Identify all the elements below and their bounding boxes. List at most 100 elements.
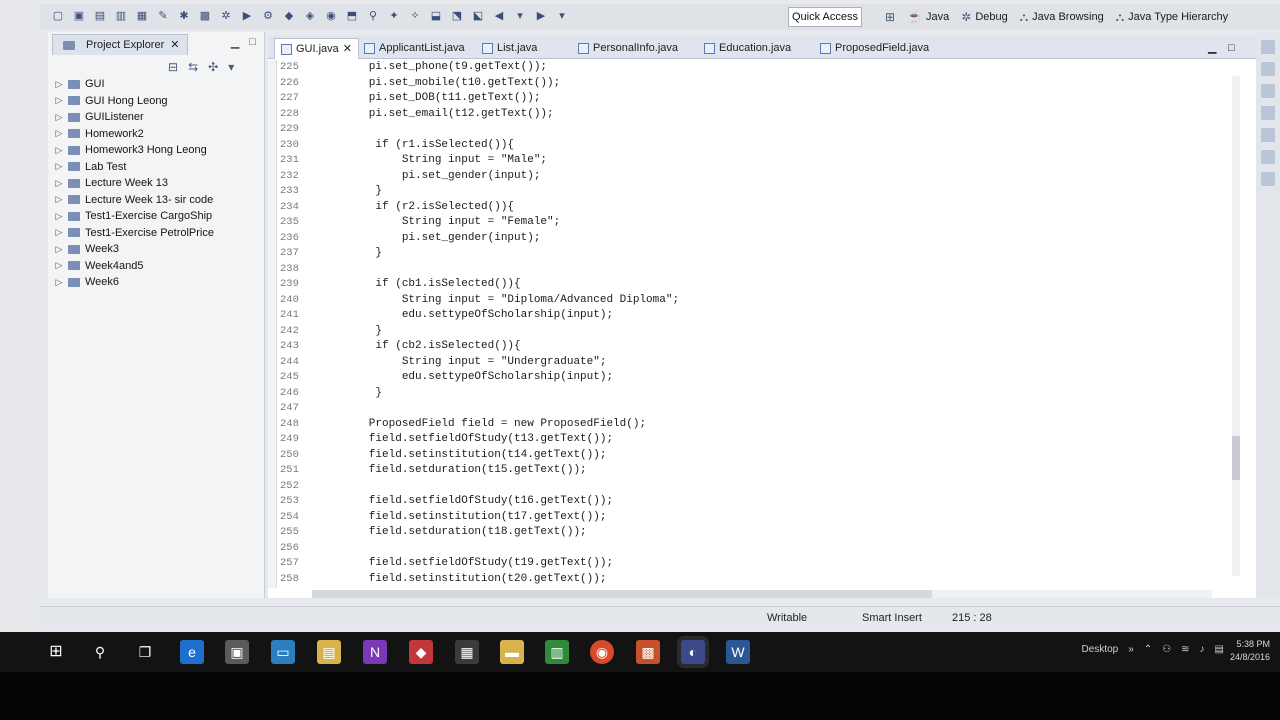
start-button[interactable]: ⊞ <box>44 640 68 664</box>
spreadsheet-icon[interactable]: ▥ <box>545 640 569 664</box>
expand-arrow-icon[interactable]: ▷ <box>52 194 66 205</box>
tab-list-java[interactable]: List.java <box>482 38 537 58</box>
notification-icon[interactable]: ▤ <box>1215 644 1224 655</box>
taskbar-clock[interactable]: 5:38 PM 24/8/2016 <box>1230 638 1270 664</box>
tree-item[interactable]: ▷ Test1-Exercise PetrolPrice <box>52 225 262 242</box>
prev-annotation-icon[interactable]: ⬕ <box>470 8 486 24</box>
save-icon[interactable]: ▣ <box>71 8 87 24</box>
back-icon[interactable]: ◀ <box>491 8 507 24</box>
tab-proposedfield-java[interactable]: ProposedField.java <box>820 38 929 58</box>
tree-item[interactable]: ▷ Week3 <box>52 241 262 258</box>
word-icon[interactable]: W <box>726 640 750 664</box>
forward-icon[interactable]: ▶ <box>533 8 549 24</box>
expand-arrow-icon[interactable]: ▷ <box>52 178 66 189</box>
save-all-icon[interactable]: ▤ <box>92 8 108 24</box>
link-with-editor-icon[interactable]: ⇆ <box>188 60 198 74</box>
expand-arrow-icon[interactable]: ▷ <box>52 128 66 139</box>
store-icon[interactable]: ▣ <box>225 640 249 664</box>
expand-arrow-icon[interactable]: ▷ <box>52 260 66 271</box>
task-list-icon[interactable] <box>1261 84 1275 98</box>
task-view-icon[interactable]: ❐ <box>133 640 157 664</box>
search-icon[interactable]: ⚲ <box>365 8 381 24</box>
tree-item[interactable]: ▷ Lab Test <box>52 159 262 176</box>
tab-education-java[interactable]: Education.java <box>704 38 791 58</box>
horizontal-scrollbar[interactable] <box>312 590 1212 598</box>
collapse-all-icon[interactable]: ⊟ <box>168 60 178 74</box>
chrome-browser-icon[interactable]: ◉ <box>590 640 614 664</box>
folder-icon[interactable]: ▬ <box>500 640 524 664</box>
external-tools-icon[interactable]: ⚙ <box>260 8 276 24</box>
tab-applicantlist-java[interactable]: ApplicantList.java <box>364 38 465 58</box>
tree-item[interactable]: ▷ Week6 <box>52 274 262 291</box>
back-dropdown-icon[interactable]: ▾ <box>512 8 528 24</box>
annotation-icon[interactable]: ✧ <box>407 8 423 24</box>
debug-run-icon[interactable]: ✱ <box>176 8 192 24</box>
computer-icon[interactable]: ▭ <box>271 640 295 664</box>
javadoc-view-icon[interactable] <box>1261 128 1275 142</box>
tree-item[interactable]: ▷ Test1-Exercise CargoShip <box>52 208 262 225</box>
code-area[interactable]: 225 pi.set_phone(t9.getText()); 226 pi.se… <box>268 60 1228 588</box>
perspective-java-browsing[interactable]: ⛬ Java Browsing <box>1020 6 1104 28</box>
tree-item[interactable]: ▷ GUI Hong Leong <box>52 93 262 110</box>
editor-minimize-button[interactable]: ▁ <box>1208 38 1216 58</box>
close-icon[interactable]: ✕ <box>343 39 352 59</box>
expand-arrow-icon[interactable]: ▷ <box>52 244 66 255</box>
outline-icon[interactable]: ▦ <box>134 8 150 24</box>
new-class-icon[interactable]: ◉ <box>323 8 339 24</box>
eclipse-icon[interactable]: ◐ <box>681 640 705 664</box>
expand-arrow-icon[interactable]: ▷ <box>52 112 66 123</box>
expand-arrow-icon[interactable]: ▷ <box>52 79 66 90</box>
expand-arrow-icon[interactable]: ▷ <box>52 161 66 172</box>
pin-icon[interactable]: ⬓ <box>428 8 444 24</box>
vertical-scrollbar[interactable] <box>1232 76 1240 576</box>
quick-access-input[interactable]: Quick Access <box>788 7 862 27</box>
open-type-icon[interactable]: ⬒ <box>344 8 360 24</box>
forward-dropdown-icon[interactable]: ▾ <box>554 8 570 24</box>
tab-gui-java[interactable]: GUI.java ✕ <box>274 38 360 59</box>
app-red-icon[interactable]: ◆ <box>409 640 433 664</box>
tree-item[interactable]: ▷ Week4and5 <box>52 258 262 275</box>
expand-arrow-icon[interactable]: ▷ <box>52 277 66 288</box>
new-java-project-icon[interactable]: ◆ <box>281 8 297 24</box>
tree-item[interactable]: ▷ Lecture Week 13- sir code <box>52 192 262 209</box>
perspective-java[interactable]: ☕ Java <box>907 6 949 28</box>
run-icon[interactable]: ▶ <box>239 8 255 24</box>
next-annotation-icon[interactable]: ⬔ <box>449 8 465 24</box>
search-icon[interactable]: ⚲ <box>88 640 112 664</box>
tools-icon[interactable]: ✎ <box>155 8 171 24</box>
declaration-view-icon[interactable] <box>1261 150 1275 164</box>
expand-arrow-icon[interactable]: ▷ <box>52 95 66 106</box>
outline-view-icon[interactable] <box>1261 62 1275 76</box>
expand-arrow-icon[interactable]: ▷ <box>52 145 66 156</box>
problems-view-icon[interactable] <box>1261 106 1275 120</box>
tree-item[interactable]: ▷ Lecture Week 13 <box>52 175 262 192</box>
new-package-icon[interactable]: ◈ <box>302 8 318 24</box>
print-icon[interactable]: ▥ <box>113 8 129 24</box>
view-menu-icon[interactable]: ▾ <box>228 60 234 74</box>
file-explorer-icon[interactable]: ▤ <box>317 640 341 664</box>
tree-item[interactable]: ▷ Homework2 <box>52 126 262 143</box>
grid-icon[interactable]: ▩ <box>197 8 213 24</box>
tree-item[interactable]: ▷ Homework3 Hong Leong <box>52 142 262 159</box>
tree-item[interactable]: ▷ GUI <box>52 76 262 93</box>
vertical-scroll-thumb[interactable] <box>1232 436 1240 480</box>
editor-maximize-button[interactable]: □ <box>1228 38 1235 58</box>
desktop-toolbar[interactable]: Desktop <box>1082 644 1119 655</box>
close-icon[interactable]: ✕ <box>170 35 179 55</box>
tab-personalinfo-java[interactable]: PersonalInfo.java <box>578 38 678 58</box>
open-perspective-button[interactable]: ⊞ <box>885 6 895 28</box>
wifi-icon[interactable]: ≋ <box>1181 644 1189 655</box>
expand-arrow-icon[interactable]: ▷ <box>52 211 66 222</box>
app-orange-icon[interactable]: ▩ <box>636 640 660 664</box>
console-view-icon[interactable] <box>1261 172 1275 186</box>
maximize-icon[interactable]: □ <box>249 36 256 49</box>
focus-icon[interactable]: ✣ <box>208 60 218 74</box>
onenote-icon[interactable]: N <box>363 640 387 664</box>
tree-item[interactable]: ▷ GUIListener <box>52 109 262 126</box>
calendar-icon[interactable]: ▦ <box>455 640 479 664</box>
minimize-icon[interactable]: ▁ <box>231 36 239 49</box>
perspective-java-type-hierarchy[interactable]: ⛬ Java Type Hierarchy <box>1116 6 1228 28</box>
expand-arrow-icon[interactable]: ▷ <box>52 227 66 238</box>
bug-icon[interactable]: ✲ <box>218 8 234 24</box>
chevron-icon[interactable]: » <box>1128 644 1134 655</box>
